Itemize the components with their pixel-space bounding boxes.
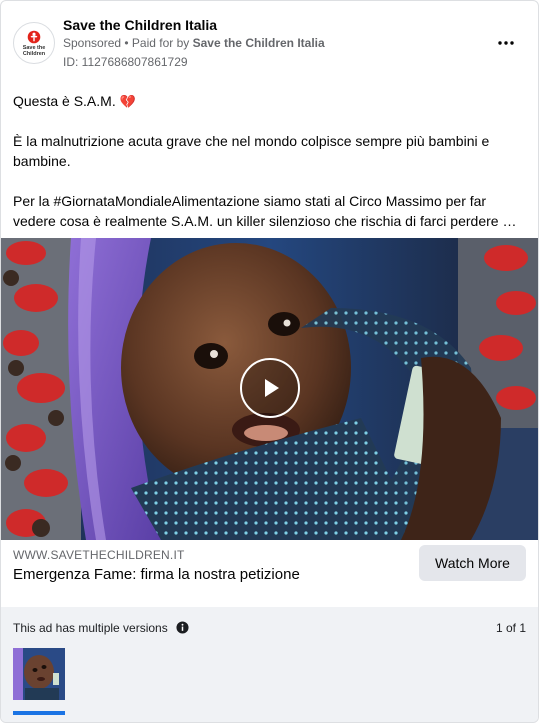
ad-id: ID: 1127686807861729 xyxy=(63,55,188,69)
paid-for-by: Save the Children Italia xyxy=(192,36,325,50)
advertiser-avatar[interactable]: Save the Children xyxy=(13,22,55,64)
ad-versions-panel: This ad has multiple versions 1 of 1 xyxy=(1,607,538,722)
advertiser-name[interactable]: Save the Children Italia xyxy=(63,17,217,33)
broken-heart-emoji: 💔 xyxy=(119,94,136,109)
link-domain[interactable]: WWW.SAVETHECHILDREN.IT xyxy=(13,548,185,562)
call-to-action-bar[interactable]: WWW.SAVETHECHILDREN.IT Emergenza Fame: f… xyxy=(1,540,538,605)
body-paragraph-2: È la malnutrizione acuta grave che nel m… xyxy=(13,133,490,169)
watch-more-button[interactable]: Watch More xyxy=(419,545,526,581)
version-thumbnail-image xyxy=(13,648,65,700)
sponsored-line: Sponsored • Paid for by Save the Childre… xyxy=(63,36,325,50)
body-line-1-text: Questa è S.A.M. xyxy=(13,93,116,109)
save-the-children-logo-icon xyxy=(27,30,41,43)
paid-for-prefix: • Paid for by xyxy=(121,36,193,50)
more-options-icon xyxy=(498,41,514,45)
ad-video[interactable] xyxy=(1,238,538,540)
version-thumbnail[interactable] xyxy=(13,648,65,700)
play-icon xyxy=(265,379,279,397)
version-counter: 1 of 1 xyxy=(495,621,526,635)
info-icon[interactable] xyxy=(176,621,189,634)
link-headline[interactable]: Emergenza Fame: firma la nostra petizion… xyxy=(13,566,300,583)
body-paragraph-3: Per la #GiornataMondialeAlimentazione si… xyxy=(13,193,517,229)
multiple-versions-label: This ad has multiple versions xyxy=(13,621,168,635)
more-options-button[interactable] xyxy=(492,33,520,53)
ad-header: Save the Children Save the Children Ital… xyxy=(13,13,526,73)
body-line-1: Questa è S.A.M. 💔 xyxy=(13,91,136,112)
ad-card: Save the Children Save the Children Ital… xyxy=(0,0,539,723)
sponsored-label: Sponsored xyxy=(63,36,122,50)
play-video-button[interactable] xyxy=(240,358,300,418)
selected-version-indicator xyxy=(13,711,65,715)
logo-text: Save the Children xyxy=(22,44,46,57)
